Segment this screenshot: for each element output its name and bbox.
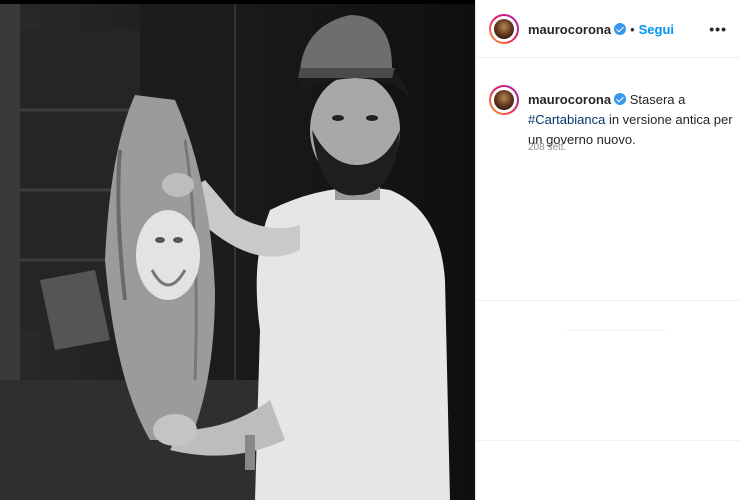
verified-badge-icon — [614, 23, 627, 35]
divider-3 — [476, 440, 740, 441]
divider-2 — [566, 330, 666, 331]
author-avatar[interactable] — [489, 14, 519, 44]
post-header: maurocorona • Segui ••• — [476, 0, 740, 58]
post-timestamp[interactable]: 208 sett. — [528, 142, 566, 153]
divider — [476, 300, 740, 301]
top-strip — [0, 0, 475, 4]
post-photo[interactable] — [0, 0, 475, 500]
follow-button[interactable]: Segui — [639, 22, 674, 37]
caption-text-before: Stasera a — [629, 92, 686, 107]
photo-illustration — [0, 0, 475, 500]
caption-hashtag-link[interactable]: #Cartabianca — [528, 112, 605, 127]
post-side-panel: maurocorona • Segui ••• maurocorona Staser… — [475, 0, 740, 500]
caption-avatar[interactable] — [489, 85, 519, 115]
post-caption: maurocorona Stasera a #Cartabianca in ve… — [528, 90, 733, 150]
caption-username[interactable]: maurocorona — [528, 92, 611, 107]
author-username[interactable]: maurocorona — [528, 22, 611, 37]
separator-dot: • — [630, 22, 635, 37]
more-options-icon[interactable]: ••• — [709, 21, 727, 37]
caption-verified-badge-icon — [614, 93, 627, 105]
